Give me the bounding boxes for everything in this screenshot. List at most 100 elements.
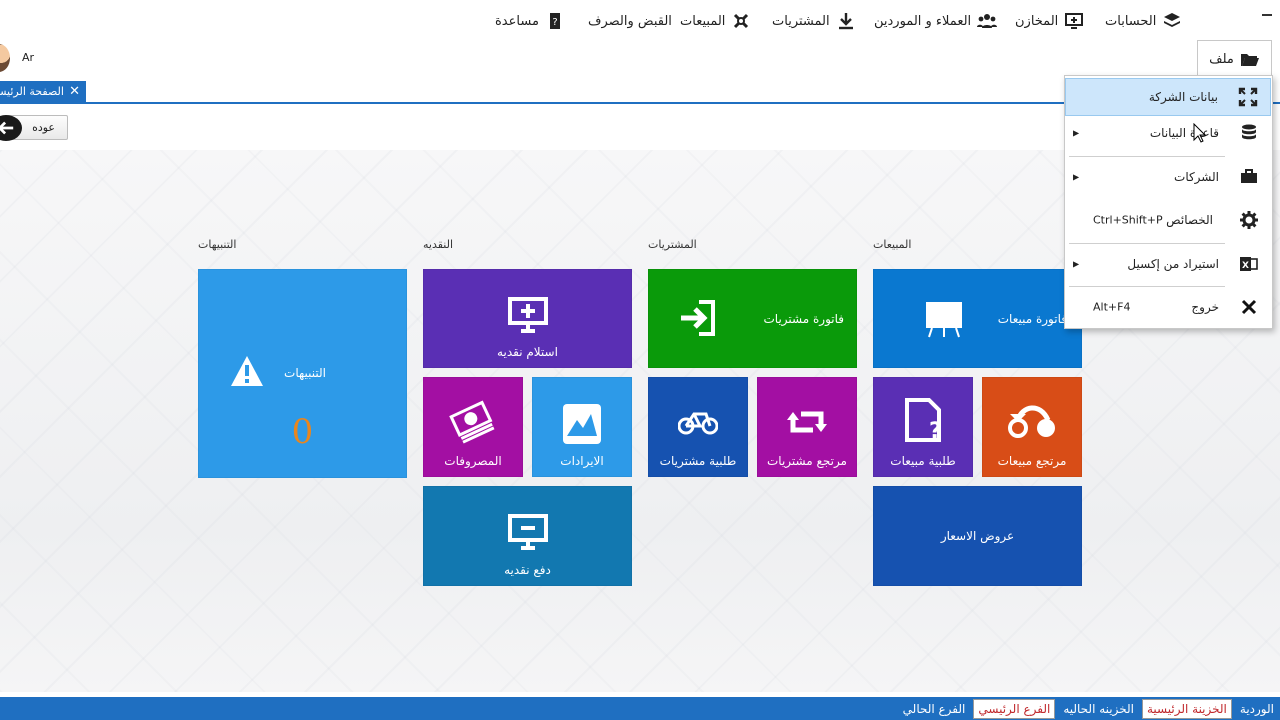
tile-sales-return-label: مرتجع مبيعات [997,454,1067,468]
submenu-arrow-icon: ▶ [1073,259,1080,269]
money-stack-icon [449,400,495,444]
file-menu-company-data-label: بيانات الشركة [1148,90,1218,104]
menu-help[interactable]: ? مساعدة [495,6,565,36]
file-menu-dropdown: بيانات الشركة قاعدة البيانات ▶ الشركات ▶… [1064,75,1273,329]
menu-stores[interactable]: المخازن [1015,6,1084,36]
file-menu-exit[interactable]: خروج Alt+F4 [1065,288,1271,326]
tile-cash-receive-label: استلام نقديه [497,345,558,359]
tile-sales-invoice-label: فاتورة مبيعات [997,312,1067,326]
back-button-label: عوده [32,121,55,134]
file-menu-exit-label: خروج [1191,300,1219,314]
tile-purchase-invoice[interactable]: فاتورة مشتريات [648,269,857,368]
menu-purchases[interactable]: المشتريات [772,6,856,36]
layers-icon [1164,13,1181,27]
status-shift: الوردية [1239,701,1274,716]
status-bar: الوردية الخزينة الرئيسية الخزينه الحاليه… [0,697,1280,720]
warning-icon [231,356,263,386]
tile-sales-return[interactable]: مرتجع مبيعات [982,377,1082,477]
tile-revenues[interactable]: الايرادات [532,377,632,477]
mouse-cursor-icon [1193,123,1207,143]
menu-stores-label: المخازن [1015,13,1059,29]
excel-icon: X [1240,257,1258,271]
database-icon [1242,124,1256,140]
tile-expenses-label: المصروفات [444,454,502,468]
tile-purchase-order[interactable]: طلبية مشتريات [648,377,748,477]
menu-accounts[interactable]: الحسابات [1105,6,1182,36]
tile-sales-invoice[interactable]: فاتورة مبيعات [873,269,1082,368]
tile-alerts[interactable]: التنبيهات 0 [198,269,407,478]
status-main-treasury: الخزينة الرئيسية [1141,698,1232,719]
group-title-purchases: المشتريات [648,238,697,251]
tab-home[interactable]: الصفحة الرئيسية ✕ [0,81,86,102]
user-label: Ar [22,51,35,64]
monitor-add-icon [507,297,548,333]
help-book-icon: ? [549,13,560,29]
sales-icon [734,13,749,29]
tile-cash-receive[interactable]: استلام نقديه [423,269,632,368]
tile-sales-order-label: طلبية مبيعات [890,454,956,468]
minimize-icon[interactable] [1262,14,1272,16]
monitor-remove-icon [507,514,548,550]
tile-purchase-invoice-label: فاتورة مشتريات [763,312,845,326]
status-current-treasury: الخزينه الحاليه [1063,701,1134,716]
file-menu-properties[interactable]: الخصائص Ctrl+Shift+P [1065,201,1271,239]
tile-revenues-label: الايرادات [560,454,604,468]
file-menu-properties-label: الخصائص [1166,213,1213,227]
file-menu-database[interactable]: قاعدة البيانات ▶ [1065,114,1271,152]
close-icon [1241,299,1257,315]
menu-sales-label: المبيعات [680,13,726,29]
menu-bar [0,40,1280,76]
tile-quotes[interactable]: عروض الاسعار [873,486,1082,586]
menu-sales[interactable]: المبيعات [680,6,751,36]
file-menu-properties-shortcut: Ctrl+Shift+P [1093,213,1163,227]
sign-in-icon [681,300,715,336]
menu-customers-label: العملاء و الموردين [874,13,972,29]
briefcase-icon [1241,169,1257,183]
file-menu-database-label: قاعدة البيانات [1149,126,1219,140]
retweet-icon [787,411,827,433]
file-menu-company-data[interactable]: بيانات الشركة [1065,78,1271,116]
tile-sales-order[interactable]: ? طلبية مبيعات [873,377,973,477]
undo-icon [1008,405,1055,438]
menu-receipts[interactable]: القبض والصرف [588,6,672,36]
group-title-alerts: التنبيهات [198,238,237,251]
svg-text:X: X [1242,261,1249,271]
bicycle-icon [678,412,718,435]
billboard-icon [926,302,962,338]
monitor-add-icon [1065,13,1084,29]
submenu-arrow-icon: ▶ [1073,128,1080,138]
file-menu-import-excel-label: استيراد من إكسيل [1127,257,1219,271]
tile-purchase-return[interactable]: مرتجع مشتريات [757,377,857,477]
svg-text:?: ? [929,419,942,444]
menu-customers[interactable]: العملاء و الموردين [874,6,998,36]
menu-separator [1069,286,1225,287]
submenu-arrow-icon: ▶ [1073,172,1080,182]
tile-alerts-label: التنبيهات [284,366,326,380]
menu-accounts-label: الحسابات [1105,13,1157,29]
folder-open-icon [1240,54,1259,66]
file-menu-companies-label: الشركات [1174,170,1219,184]
tile-cash-pay-label: دفع نقديه [504,563,551,577]
tile-purchase-return-label: مرتجع مشتريات [766,454,847,468]
svg-text:?: ? [552,17,557,28]
menu-receipts-label: القبض والصرف [588,13,672,29]
menu-file[interactable]: ملف [1197,40,1272,77]
file-menu-companies[interactable]: الشركات ▶ [1065,158,1271,196]
download-icon [838,13,853,30]
expand-icon [1238,87,1258,107]
group-title-cash: النقديه [423,238,454,251]
tile-purchase-order-label: طلبية مشتريات [659,454,737,468]
group-title-sales: المبيعات [873,238,912,251]
tile-cash-pay[interactable]: دفع نقديه [423,486,632,586]
alerts-count: 0 [291,412,314,452]
menu-help-label: مساعدة [495,13,539,29]
status-current-branch: الفرع الحالي [902,701,966,716]
file-menu-exit-shortcut: Alt+F4 [1093,300,1131,314]
close-icon[interactable]: ✕ [69,84,80,99]
tile-expenses[interactable]: المصروفات [423,377,523,477]
tab-home-label: الصفحة الرئيسية [0,85,64,98]
tile-quotes-label: عروض الاسعار [940,529,1015,543]
menu-separator [1069,156,1225,157]
status-main-branch: الفرع الرئيسي [973,698,1056,719]
file-menu-import-excel[interactable]: X استيراد من إكسيل ▶ [1065,245,1271,283]
